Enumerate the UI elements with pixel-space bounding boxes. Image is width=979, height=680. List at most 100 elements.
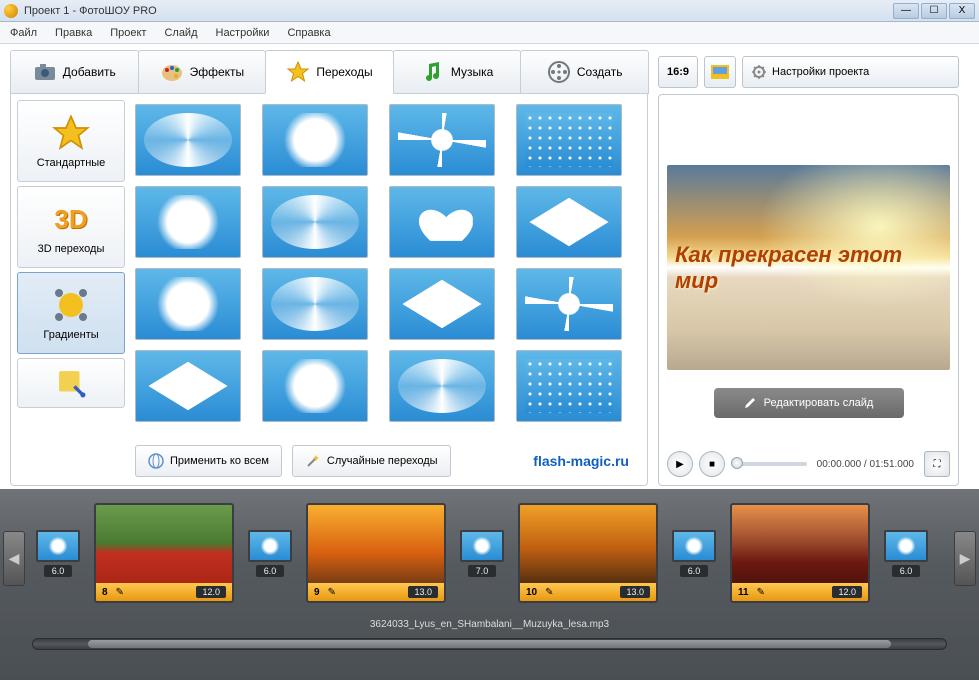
random-button[interactable]: Случайные переходы [292, 445, 451, 477]
aspect-button[interactable]: 16:9 [658, 56, 698, 88]
cat-other[interactable] [17, 358, 125, 408]
main-tabs: Добавить Эффекты Переходы Музыка Создать [10, 50, 648, 94]
slider-knob[interactable] [731, 457, 743, 469]
star-icon [51, 113, 91, 153]
cat-standard[interactable]: Стандартные [17, 100, 125, 182]
tab-music[interactable]: Музыка [393, 50, 522, 94]
preview-panel: Как прекрасен этот мир Редактировать сла… [658, 94, 959, 486]
pencil-icon [744, 397, 756, 409]
transition-thumb[interactable] [135, 186, 241, 258]
transition-icon[interactable] [248, 530, 292, 562]
tab-add[interactable]: Добавить [10, 50, 139, 94]
transition-item[interactable]: 6.0 [244, 530, 296, 577]
slide-duration: 12.0 [196, 586, 226, 598]
tab-create[interactable]: Создать [520, 50, 649, 94]
pencil-icon[interactable]: ✎ [116, 587, 124, 598]
menu-settings[interactable]: Настройки [216, 27, 270, 39]
transition-thumb[interactable] [389, 350, 495, 422]
slide-number: 9 [314, 587, 320, 598]
timeline-slide[interactable]: 10✎13.0 [518, 503, 658, 603]
pencil-icon[interactable]: ✎ [757, 587, 765, 598]
star-icon [286, 60, 310, 84]
transitions-grid[interactable] [131, 100, 641, 437]
transition-thumb[interactable] [262, 350, 368, 422]
transition-thumb[interactable] [389, 104, 495, 176]
playback-slider[interactable] [731, 462, 807, 466]
transition-thumb[interactable] [516, 104, 622, 176]
theme-button[interactable] [704, 56, 736, 88]
transition-item[interactable]: 7.0 [456, 530, 508, 577]
stop-button[interactable]: ■ [699, 451, 725, 477]
pencil-icon[interactable]: ✎ [328, 587, 336, 598]
slide-bar: 9 ✎ 13.0 [308, 583, 444, 601]
menu-project[interactable]: Проект [110, 27, 146, 39]
slide-bar: 8✎12.0 [96, 583, 232, 601]
transition-thumb[interactable] [135, 104, 241, 176]
transition-thumb[interactable] [516, 268, 622, 340]
camera-icon [33, 60, 57, 84]
transitions-panel: Стандартные 3D 3D переходы Градиенты [10, 94, 648, 486]
transition-item[interactable]: 6.0 [32, 530, 84, 577]
preview-image: Как прекрасен этот мир [667, 165, 950, 370]
timeline-next[interactable]: ▶ [954, 531, 976, 586]
transition-thumb[interactable] [516, 350, 622, 422]
audio-track[interactable]: 3624033_Lyus_en_SHambalani__Muzuyka_lesa… [8, 619, 971, 630]
app-icon [4, 4, 18, 18]
timeline-prev[interactable]: ◀ [3, 531, 25, 586]
play-button[interactable]: ▶ [667, 451, 693, 477]
fullscreen-button[interactable]: ⛶ [924, 451, 950, 477]
globe-icon [148, 453, 164, 469]
timeline-slide[interactable]: 9 ✎ 13.0 [306, 503, 446, 603]
slide-number: 10 [526, 587, 537, 598]
transition-item[interactable]: 6.0 [668, 530, 720, 577]
timeline-slide[interactable]: 8✎12.0 [94, 503, 234, 603]
watermark: flash-magic.ru [533, 453, 637, 469]
minimize-button[interactable]: — [893, 3, 919, 19]
transition-thumb[interactable] [262, 186, 368, 258]
transition-thumb[interactable] [135, 350, 241, 422]
transition-thumb[interactable] [262, 268, 368, 340]
titlebar: Проект 1 - ФотоШОУ PRO — ☐ X [0, 0, 979, 22]
menu-help[interactable]: Справка [287, 27, 330, 39]
menu-file[interactable]: Файл [10, 27, 37, 39]
transition-thumb[interactable] [389, 268, 495, 340]
slide-duration: 13.0 [408, 586, 438, 598]
categories: Стандартные 3D 3D переходы Градиенты [17, 100, 125, 479]
timeline: ◀ ▶ 6.0 8✎12.06.09✎13.07.010✎13.06.011✎1… [0, 489, 979, 680]
menu-slide[interactable]: Слайд [164, 27, 197, 39]
apply-all-button[interactable]: Применить ко всем [135, 445, 282, 477]
palette-icon [160, 60, 184, 84]
transition-thumb[interactable] [262, 104, 368, 176]
menubar: Файл Правка Проект Слайд Настройки Справ… [0, 22, 979, 44]
cat-3d[interactable]: 3D 3D переходы [17, 186, 125, 268]
reel-icon [547, 60, 571, 84]
transition-icon[interactable] [884, 530, 928, 562]
transition-icon[interactable] [460, 530, 504, 562]
pencil-icon[interactable]: ✎ [545, 587, 553, 598]
project-settings-button[interactable]: Настройки проекта [742, 56, 959, 88]
transition-icon[interactable] [36, 530, 80, 562]
maximize-button[interactable]: ☐ [921, 3, 947, 19]
transition-thumb[interactable] [389, 186, 495, 258]
close-button[interactable]: X [949, 3, 975, 19]
note-icon [54, 366, 88, 400]
cat-gradients[interactable]: Градиенты [17, 272, 125, 354]
transition-thumb[interactable] [516, 186, 622, 258]
gear-icon [751, 64, 767, 80]
transition-duration: 6.0 [256, 565, 285, 577]
timeline-slide[interactable]: 11✎12.0 [730, 503, 870, 603]
edit-slide-button[interactable]: Редактировать слайд [714, 388, 904, 418]
tab-effects[interactable]: Эффекты [138, 50, 267, 94]
transition-item[interactable]: 6.0 [880, 530, 932, 577]
tab-transitions[interactable]: Переходы [265, 50, 394, 94]
wand-icon [305, 453, 321, 469]
playback-time: 00:00.000 / 01:51.000 [817, 459, 914, 470]
scrollbar-thumb[interactable] [88, 640, 891, 648]
menu-edit[interactable]: Правка [55, 27, 92, 39]
transition-thumb[interactable] [135, 268, 241, 340]
timeline-scrollbar[interactable] [32, 638, 947, 650]
transition-duration: 7.0 [468, 565, 497, 577]
transition-icon[interactable] [672, 530, 716, 562]
gradient-icon [51, 285, 91, 325]
slide-bar: 11✎12.0 [732, 583, 868, 601]
